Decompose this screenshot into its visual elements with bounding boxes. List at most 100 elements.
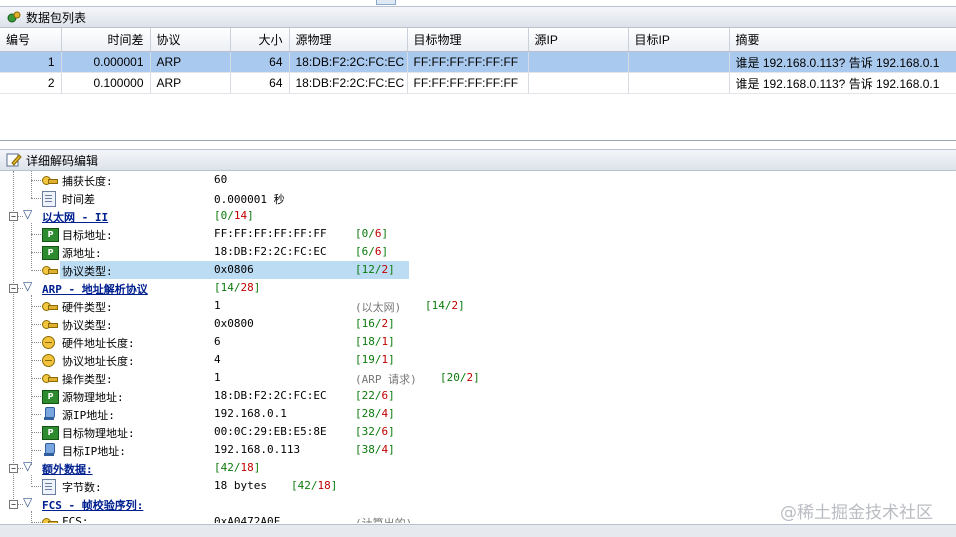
tree-node[interactable]: P 源地址: 18:DB:F2:2C:FC:EC [6/6] [0, 243, 956, 261]
tree-node-header[interactable]: − ARP - 地址解析协议 [14/28] [0, 279, 956, 297]
cell-dst-mac: FF:FF:FF:FF:FF:FF [407, 51, 529, 73]
tree-line [31, 252, 41, 253]
packet-table: 编号 时间差 协议 大小 源物理 目标物理 源IP 目标IP 摘要 1 0.00… [0, 28, 956, 94]
cell-no: 2 [0, 72, 62, 94]
tree-line [31, 378, 41, 379]
col-header-dst-ip[interactable]: 目标IP [628, 28, 730, 52]
byte-range-offset: 32/ [361, 425, 382, 438]
status-strip [0, 524, 956, 537]
protocol-icon [23, 207, 37, 222]
tree-line [31, 198, 41, 199]
tree-node-label: 目标地址: [62, 229, 113, 242]
cell-size: 64 [230, 72, 290, 94]
card-icon: P [42, 426, 59, 440]
tree-node[interactable]: 时间差 0.000001 秒 [0, 189, 956, 207]
tree-node[interactable]: 字节数: 18 bytes [42/18] [0, 477, 956, 495]
tree-node-value: 0.000001 秒 [214, 193, 285, 206]
top-tab[interactable] [376, 0, 396, 5]
table-row[interactable]: 1 0.000001 ARP 64 18:DB:F2:2C:FC:EC FF:F… [0, 51, 956, 73]
tree-node-label: 源地址: [62, 247, 102, 260]
tree-node-value: 60 [214, 173, 228, 186]
tree-line [31, 396, 41, 397]
tree-node[interactable]: 硬件地址长度: 6 [18/1] [0, 333, 956, 351]
col-header-src-mac[interactable]: 源物理 [289, 28, 408, 52]
col-header-summary[interactable]: 摘要 [729, 28, 956, 52]
tree-node-label: 操作类型: [62, 373, 113, 386]
tree-node-value: 1 [214, 371, 221, 384]
tree-node-label: 字节数: [62, 481, 102, 494]
col-header-size[interactable]: 大小 [230, 28, 290, 52]
col-header-proto[interactable]: 协议 [150, 28, 231, 52]
tree-node[interactable]: 源IP地址: 192.168.0.1 [28/4] [0, 405, 956, 423]
byte-range-offset: 28/ [361, 407, 382, 420]
byte-range: [28/4] [355, 407, 395, 420]
byte-range-offset: 42/ [220, 461, 241, 474]
byte-range: [22/6] [355, 389, 395, 402]
byte-range: [6/6] [355, 245, 389, 258]
byte-range-offset: 14/ [220, 281, 241, 294]
byte-range-offset: 19/ [361, 353, 382, 366]
tree-node-label: ARP - 地址解析协议 [42, 283, 148, 296]
tree-node[interactable]: 硬件类型: 1 (以太网) [14/2] [0, 297, 956, 315]
tree-line [31, 180, 41, 181]
byte-range-length: 6 [374, 227, 382, 240]
tree-node-label: 额外数据: [42, 463, 93, 476]
doc-icon [42, 479, 56, 495]
cell-src-ip [528, 51, 629, 73]
collapse-toggle-icon[interactable]: − [9, 500, 18, 509]
col-header-dst-mac[interactable]: 目标物理 [407, 28, 529, 52]
byte-range-offset: 14/ [431, 299, 452, 312]
tree-node[interactable]: 捕获长度: 60 [0, 171, 956, 189]
tree-line [31, 522, 41, 523]
tree-node[interactable]: 操作类型: 1 (ARP 请求) [20/2] [0, 369, 956, 387]
pc-icon [44, 407, 55, 421]
tree-line [31, 414, 41, 415]
byte-range-offset: 0/ [220, 209, 234, 222]
protocol-icon [23, 459, 37, 474]
tree-node-label: 协议类型: [62, 319, 113, 332]
cell-proto: ARP [150, 72, 231, 94]
tree-node-value: 4 [214, 353, 221, 366]
tree-node[interactable]: 协议类型: 0x0806 [12/2] [0, 261, 956, 279]
packet-list[interactable]: 编号 时间差 协议 大小 源物理 目标物理 源IP 目标IP 摘要 1 0.00… [0, 28, 956, 141]
tree-node-label: 时间差 [62, 193, 95, 206]
protocol-icon [23, 495, 37, 510]
col-header-src-ip[interactable]: 源IP [528, 28, 629, 52]
collapse-toggle-icon[interactable]: − [9, 212, 18, 221]
byte-range: [42/18] [214, 461, 261, 474]
packet-list-title: 数据包列表 [26, 10, 87, 25]
tree-node[interactable]: 协议地址长度: 4 [19/1] [0, 351, 956, 369]
tree-node[interactable]: P 目标物理地址: 00:0C:29:EB:E5:8E [32/6] [0, 423, 956, 441]
key-icon [42, 264, 58, 276]
tree-node[interactable]: 目标IP地址: 192.168.0.113 [38/4] [0, 441, 956, 459]
collapse-toggle-icon[interactable]: − [9, 284, 18, 293]
byte-range-offset: 0/ [361, 227, 375, 240]
table-row[interactable]: 2 0.100000 ARP 64 18:DB:F2:2C:FC:EC FF:F… [0, 72, 956, 94]
tree-node[interactable]: 协议类型: 0x0800 [16/2] [0, 315, 956, 333]
tree-node[interactable]: P 目标地址: FF:FF:FF:FF:FF:FF [0/6] [0, 225, 956, 243]
collapse-toggle-icon[interactable]: − [9, 464, 18, 473]
cell-dst-mac: FF:FF:FF:FF:FF:FF [407, 72, 529, 94]
col-header-delta[interactable]: 时间差 [61, 28, 151, 52]
tree-node-value: 192.168.0.1 [214, 407, 287, 420]
tree-node-value: 18:DB:F2:2C:FC:EC [214, 389, 327, 402]
cell-src-ip [528, 72, 629, 94]
cell-src-mac: 18:DB:F2:2C:FC:EC [289, 72, 408, 94]
byte-range: [16/2] [355, 317, 395, 330]
tree-line [31, 270, 41, 271]
tree-node[interactable]: P 源物理地址: 18:DB:F2:2C:FC:EC [22/6] [0, 387, 956, 405]
packet-list-title-bar: 数据包列表 [0, 6, 956, 28]
key-icon [42, 372, 58, 384]
tree-node-header[interactable]: − 额外数据: [42/18] [0, 459, 956, 477]
tree-node-header[interactable]: − 以太网 - II [0/14] [0, 207, 956, 225]
decode-tree[interactable]: 捕获长度:60时间差0.000001 秒−以太网 - II[0/14]P目标地址… [0, 171, 956, 523]
byte-range: [0/6] [355, 227, 389, 240]
card-icon: P [42, 390, 59, 404]
tree-node-label: 以太网 - II [42, 211, 109, 224]
cell-dst-ip [628, 51, 730, 73]
col-header-no[interactable]: 编号 [0, 28, 62, 52]
key-icon [42, 318, 58, 330]
byte-range: [12/2] [355, 263, 395, 276]
tree-node-note: (以太网) [355, 301, 402, 314]
byte-range-length: 28 [240, 281, 254, 294]
